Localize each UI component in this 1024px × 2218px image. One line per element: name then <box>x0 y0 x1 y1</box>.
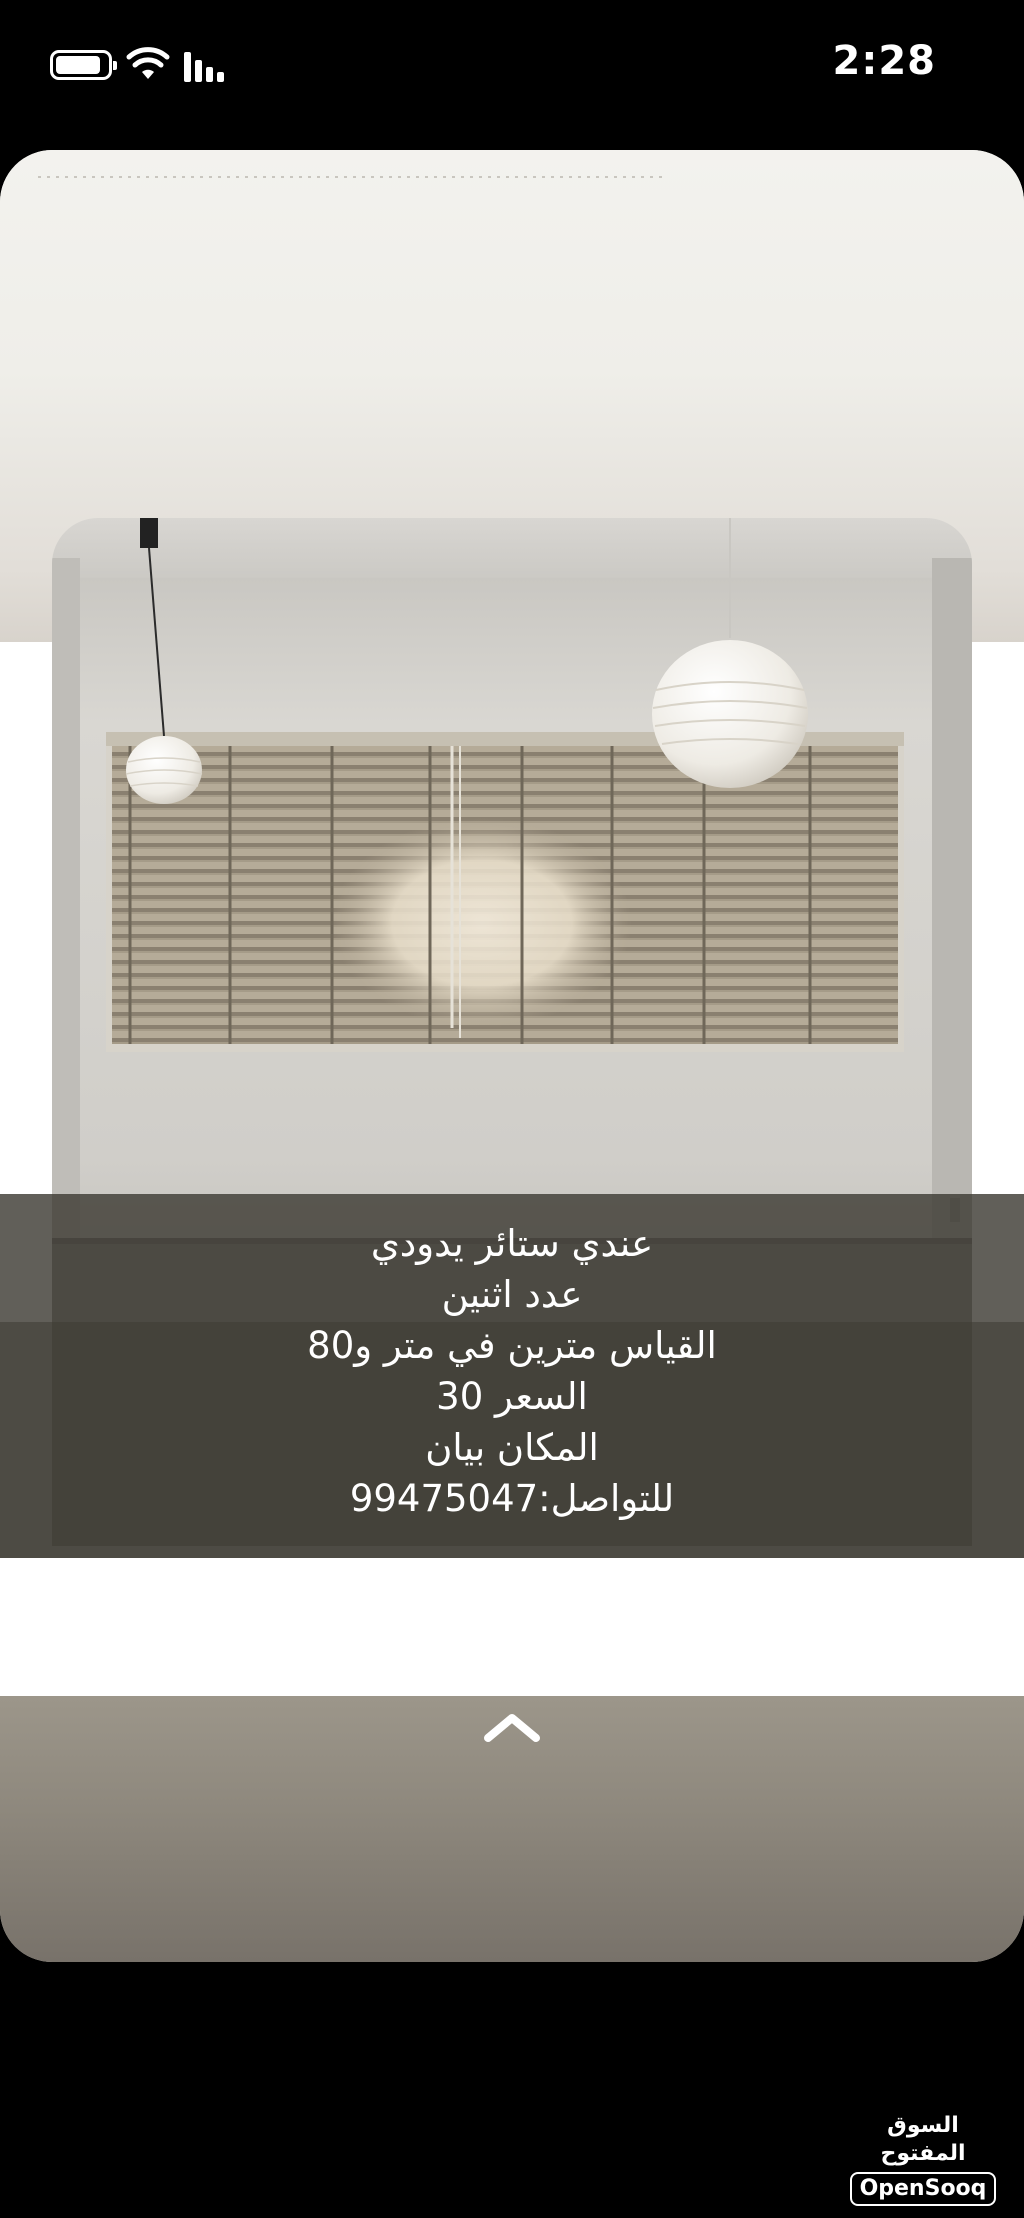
status-bar: 2:28 <box>0 0 1024 130</box>
cellular-signal-icon <box>184 50 232 82</box>
caption-line-price: السعر 30 <box>436 1375 588 1418</box>
opensooq-watermark: السوق المفتوح OpenSooq <box>844 2112 1002 2206</box>
screen: 2:28 عندي ستائر يدودي عدد اثنين القياس م… <box>0 0 1024 2218</box>
caption-line-location: المكان بيان <box>425 1426 599 1469</box>
watermark-arabic: السوق المفتوح <box>880 2113 966 2166</box>
caption-line-title: عندي ستائر يدودي <box>370 1222 654 1265</box>
watermark-latin: OpenSooq <box>849 2172 997 2206</box>
battery-icon <box>50 50 117 80</box>
caption-line-quantity: عدد اثنين <box>441 1273 583 1316</box>
caption-line-size: القياس مترين في متر و80 <box>307 1324 717 1367</box>
chevron-up-icon[interactable] <box>482 1710 542 1744</box>
card-top-divider <box>38 176 668 178</box>
wifi-icon <box>126 47 170 79</box>
status-time: 2:28 <box>832 38 936 84</box>
caption-line-contact: للتواصل:99475047 <box>349 1477 675 1520</box>
post-caption: عندي ستائر يدودي عدد اثنين القياس مترين … <box>0 1218 1024 1524</box>
